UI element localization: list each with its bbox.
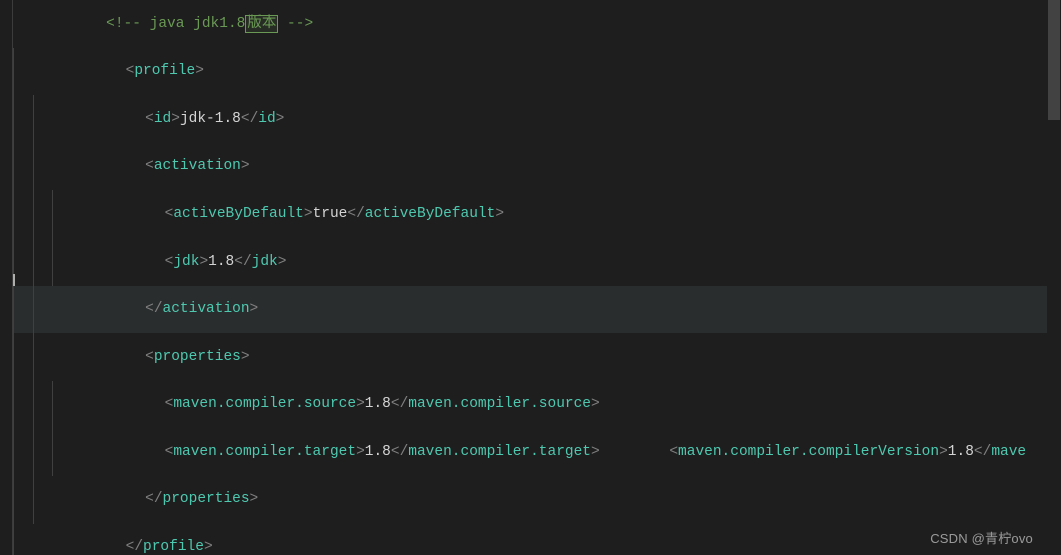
xml-tag: maven.compiler.compilerVersion: [678, 444, 939, 460]
xml-tag: maven.compiler.target: [408, 444, 591, 460]
highlighted-text: 版本: [245, 15, 278, 33]
code-line: <maven.compiler.target>1.8</maven.compil…: [13, 428, 1061, 476]
xml-bracket: >: [204, 539, 213, 555]
xml-bracket: >: [241, 158, 250, 174]
xml-tag: maven.compiler.source: [408, 396, 591, 412]
xml-tag: properties: [163, 491, 250, 507]
watermark: CSDN @青柠ovo: [930, 532, 1033, 545]
xml-bracket: >: [939, 444, 948, 460]
xml-tag: mave: [991, 444, 1026, 460]
xml-tag: activation: [154, 158, 241, 174]
code-line: <jdk>1.8</jdk>: [13, 238, 1061, 286]
xml-tag: activeByDefault: [173, 206, 304, 222]
vertical-scrollbar[interactable]: [1047, 0, 1061, 555]
gutter: [0, 0, 13, 555]
xml-bracket: /: [243, 254, 252, 270]
xml-text: 1.8: [365, 396, 391, 412]
xml-bracket: <: [145, 491, 154, 507]
xml-bracket: <: [974, 444, 983, 460]
xml-bracket: /: [983, 444, 992, 460]
code-line: <properties>: [13, 333, 1061, 381]
xml-bracket: <: [391, 444, 400, 460]
spacing: [600, 444, 670, 460]
xml-bracket: <: [145, 158, 154, 174]
xml-tag: id: [154, 111, 171, 127]
xml-text: 1.8: [208, 254, 234, 270]
xml-bracket: <: [669, 444, 678, 460]
xml-bracket: <: [145, 301, 154, 317]
xml-tag: properties: [154, 349, 241, 365]
xml-bracket: >: [591, 444, 600, 460]
xml-text: true: [313, 206, 348, 222]
code-line: </profile>: [13, 524, 1061, 555]
code-editor[interactable]: <!-- java jdk1.8版本 --> <profile> <id>jdk…: [0, 0, 1061, 555]
xml-bracket: /: [250, 111, 259, 127]
comment-text: <!-- java jdk1.8: [106, 16, 245, 32]
xml-bracket: <: [391, 396, 400, 412]
comment-text: -->: [278, 16, 313, 32]
xml-bracket: >: [304, 206, 313, 222]
xml-tag: id: [258, 111, 275, 127]
code-area[interactable]: <!-- java jdk1.8版本 --> <profile> <id>jdk…: [13, 0, 1061, 555]
code-line: </properties>: [13, 476, 1061, 524]
xml-bracket: <: [234, 254, 243, 270]
xml-bracket: >: [250, 491, 259, 507]
xml-bracket: /: [400, 396, 409, 412]
xml-tag: profile: [134, 63, 195, 79]
xml-tag: maven.compiler.target: [173, 444, 356, 460]
xml-bracket: /: [134, 539, 143, 555]
code-line: <activeByDefault>true</activeByDefault>: [13, 190, 1061, 238]
code-line: <maven.compiler.source>1.8</maven.compil…: [13, 381, 1061, 429]
xml-bracket: >: [199, 254, 208, 270]
code-line: <id>jdk-1.8</id>: [13, 95, 1061, 143]
scrollbar-thumb[interactable]: [1048, 0, 1060, 120]
xml-text: 1.8: [365, 444, 391, 460]
xml-tag: activeByDefault: [365, 206, 496, 222]
xml-text: 1.8: [948, 444, 974, 460]
xml-bracket: >: [591, 396, 600, 412]
xml-bracket: >: [276, 111, 285, 127]
code-line: <!-- java jdk1.8版本 -->: [13, 0, 1061, 48]
xml-bracket: >: [278, 254, 287, 270]
xml-bracket: <: [145, 349, 154, 365]
xml-bracket: >: [195, 63, 204, 79]
xml-tag: maven.compiler.source: [173, 396, 356, 412]
xml-bracket: /: [154, 491, 163, 507]
xml-bracket: /: [154, 301, 163, 317]
xml-bracket: >: [250, 301, 259, 317]
xml-bracket: >: [495, 206, 504, 222]
xml-tag: activation: [163, 301, 250, 317]
xml-bracket: <: [241, 111, 250, 127]
xml-bracket: /: [400, 444, 409, 460]
xml-bracket: >: [171, 111, 180, 127]
xml-tag: jdk: [173, 254, 199, 270]
code-line-current: </activation>: [13, 286, 1061, 334]
xml-bracket: >: [241, 349, 250, 365]
xml-bracket: >: [356, 396, 365, 412]
code-line: <activation>: [13, 143, 1061, 191]
xml-tag: jdk: [252, 254, 278, 270]
xml-bracket: /: [356, 206, 365, 222]
code-line: <profile>: [13, 48, 1061, 96]
xml-bracket: <: [145, 111, 154, 127]
xml-bracket: >: [356, 444, 365, 460]
xml-text: jdk-1.8: [180, 111, 241, 127]
xml-bracket: <: [347, 206, 356, 222]
xml-tag: profile: [143, 539, 204, 555]
